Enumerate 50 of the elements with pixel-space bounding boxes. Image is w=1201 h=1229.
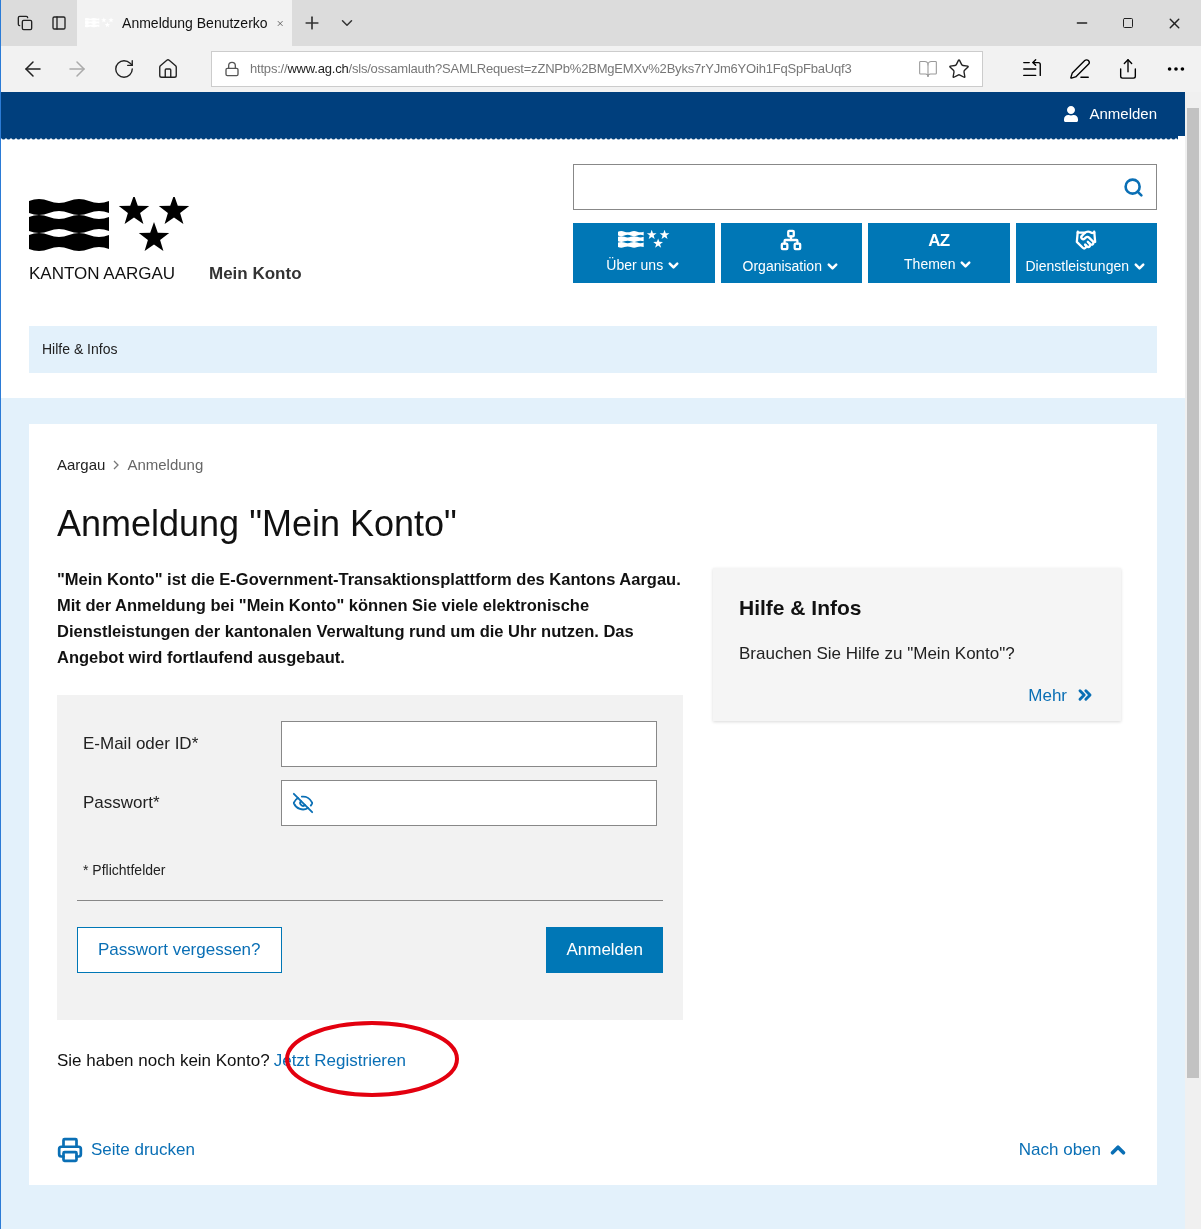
share-icon[interactable] <box>1117 58 1139 80</box>
browser-tab[interactable]: Anmeldung Benutzerko <box>77 0 292 46</box>
favorite-star-icon[interactable] <box>948 58 970 80</box>
register-prompt: Sie haben noch kein Konto? <box>57 1049 270 1072</box>
printer-icon <box>57 1137 83 1163</box>
field-label: Passwort* <box>83 791 161 814</box>
product-name[interactable]: Mein Konto <box>209 260 302 286</box>
breadcrumb-item[interactable]: Aargau <box>57 454 106 477</box>
reading-view-icon[interactable] <box>918 59 938 79</box>
login-button[interactable]: Anmelden <box>546 926 663 973</box>
breadcrumb-separator-icon <box>113 460 120 471</box>
input-field[interactable] <box>281 720 657 767</box>
az-icon: AZ <box>928 231 950 249</box>
url-field[interactable]: https://www.ag.ch/sls/ossamlauth?SAMLRequest=zZNPb%2BMgEMXv%2Byks7rYJm6YOih1FqSpFbaUqf3 <box>211 51 983 87</box>
home-icon[interactable] <box>157 58 179 80</box>
eye-slash-icon[interactable] <box>292 791 314 814</box>
more-link[interactable]: Mehr <box>1028 682 1095 708</box>
password-field[interactable] <box>281 779 657 826</box>
forgot-password-button[interactable]: Passwort vergessen? <box>77 926 282 973</box>
login-link[interactable]: Anmelden <box>1063 102 1157 126</box>
lock-icon <box>224 61 240 77</box>
intro-paragraph: "Mein Konto" ist die E-Government-Transaktionsplattform des Kantons Aargau. Mit der Anmeldung bei "Mein Konto" können Sie viele elektronische Dienstleistungen der kantonalen Verwaltung rund um die Uhr nutzen. Das Angebot wird fortlaufend ausgebaut. <box>57 568 682 668</box>
scrollbar-thumb[interactable] <box>1187 108 1199 1078</box>
nav-button[interactable]: Dienstleistungen <box>1015 223 1157 283</box>
maximize-icon[interactable] <box>1122 17 1134 29</box>
nav-button[interactable]: AZ Themen <box>868 223 1010 283</box>
help-text: Brauchen Sie Hilfe zu "Mein Konto"? <box>739 643 1016 665</box>
nav-button[interactable]: Organisation <box>720 223 862 283</box>
refresh-icon[interactable] <box>113 58 135 80</box>
subnav-link[interactable]: Hilfe & Infos <box>42 339 118 360</box>
url-text: https://www.ag.ch/sls/ossamlauth?SAMLRequest=zZNPb%2BMgEMXv%2Byks7rYJm6YOih1FqSpFbaUqf3 <box>250 60 853 79</box>
required-note: * Pflichtfelder <box>83 861 166 878</box>
search-field[interactable] <box>573 164 1157 210</box>
back-to-top-link[interactable]: Nach oben <box>1018 1137 1129 1163</box>
breadcrumb-item[interactable]: Anmeldung <box>127 454 204 477</box>
tabs-icon[interactable] <box>17 15 33 31</box>
nav-button[interactable]: Über uns <box>573 223 715 283</box>
canton-name: KANTON AARGAU <box>29 262 177 285</box>
org-chart-icon <box>780 229 803 251</box>
tab-title: Anmeldung Benutzerko <box>122 13 268 33</box>
help-title: Hilfe & Infos <box>739 594 863 621</box>
pen-icon[interactable] <box>1069 58 1091 80</box>
user-icon <box>1063 106 1080 122</box>
panel-icon[interactable] <box>51 15 67 31</box>
field-label: E-Mail oder ID* <box>83 732 200 755</box>
page-title: Anmeldung "Mein Konto" <box>57 501 458 546</box>
emblem-icon <box>617 230 670 250</box>
handshake-icon <box>1075 229 1098 251</box>
print-link[interactable]: Seite drucken <box>57 1137 195 1163</box>
search-icon[interactable] <box>1123 176 1144 198</box>
